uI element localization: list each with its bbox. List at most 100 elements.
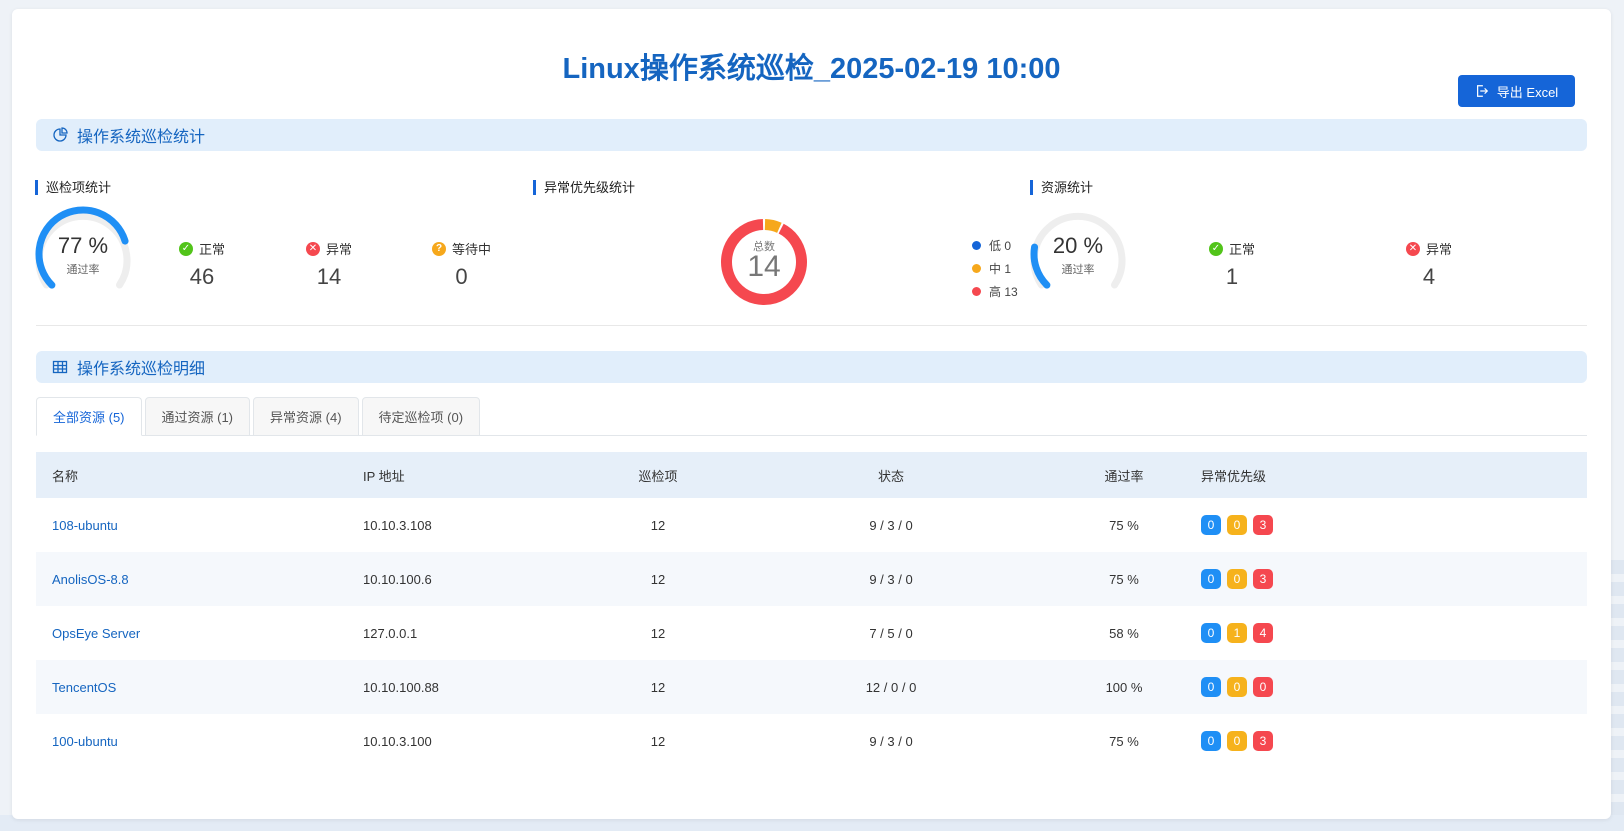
mid-priority-badge: 0 [1227,515,1247,535]
column-header-priority[interactable]: 异常优先级 [1185,452,1587,498]
priority-badges: 0 0 3 [1201,731,1587,751]
inspection-pass-rate-label: 通过率 [66,264,100,276]
resource-tabs: 全部资源 (5) 通过资源 (1) 异常资源 (4) 待定巡检项 (0) [36,397,1587,436]
status-cell: 9 / 3 / 0 [869,733,913,749]
status-cell: 9 / 3 / 0 [719,552,1063,606]
legend-item-mid: 中 1 [972,257,1018,280]
check-circle-icon: ✓ [1209,241,1223,256]
mid-priority-badge: 1 [1227,623,1247,643]
pie-chart-icon [53,127,68,142]
normal-label: 正常 [1229,242,1256,257]
table-icon [52,360,68,374]
normal-count: 46 [189,264,215,289]
resource-name-link[interactable]: TencentOS [52,680,116,695]
resource-name-link[interactable]: AnolisOS-8.8 [52,572,129,587]
inspection-pass-rate-value: 77 % [57,233,109,258]
priority-badges: 0 0 3 [1201,569,1587,589]
status-cell: 9 / 3 / 0 [869,517,913,533]
report-panel: Linux操作系统巡检_2025-02-19 10:00 导出 Excel 操作… [12,9,1611,819]
items-cell: 12 [650,517,666,533]
status-cell: 7 / 5 / 0 [869,625,913,641]
rate-cell: 75 % [1063,552,1185,606]
items-cell: 12 [650,733,666,749]
legend-dot-mid [972,264,981,273]
priority-badges: 0 0 0 [1201,677,1587,697]
priority-donut-chart: 总数 14 [720,218,808,306]
resource-pass-rate-gauge: 20 % 通过率 [1026,205,1130,301]
stats-section-title: 操作系统巡检统计 [77,129,206,146]
legend-dot-high [972,287,981,296]
column-header-status[interactable]: 状态 [719,452,1063,498]
high-priority-badge: 3 [1253,515,1273,535]
resource-pass-rate-value: 20 % [1052,233,1104,258]
mid-priority-badge: 0 [1227,569,1247,589]
priority-legend: 低 0 中 1 高 13 [972,234,1018,303]
legend-item-low: 低 0 [972,234,1018,257]
question-circle-icon: ? [432,241,446,256]
inspection-pending-stat: ? 等待中 0 [432,239,491,290]
tab-passed-resources[interactable]: 通过资源 (1) [144,397,251,436]
export-excel-button[interactable]: 导出 Excel [1458,75,1575,107]
inspection-abnormal-stat: ✕ 异常 14 [306,239,352,290]
resource-name-link[interactable]: 108-ubuntu [52,518,118,533]
tab-all-resources[interactable]: 全部资源 (5) [36,397,142,436]
resource-name-link[interactable]: OpsEye Server [52,626,140,641]
priority-badges: 0 1 4 [1201,623,1587,643]
low-priority-badge: 0 [1201,623,1221,643]
inspection-normal-stat: ✓ 正常 46 [179,239,225,290]
column-header-items[interactable]: 巡检项 [597,452,719,498]
legend-mid-label: 中 1 [989,262,1012,276]
page-title: Linux操作系统巡检_2025-02-19 10:00 [562,53,1061,85]
detail-section-title: 操作系统巡检明细 [77,361,206,378]
items-cell: 12 [597,552,719,606]
mid-priority-badge: 0 [1227,677,1247,697]
normal-label: 正常 [199,242,226,257]
column-header-rate[interactable]: 通过率 [1063,452,1185,498]
ip-cell: 10.10.100.6 [347,552,597,606]
high-priority-badge: 4 [1253,623,1273,643]
legend-low-label: 低 0 [989,239,1012,253]
tab-pending-items[interactable]: 待定巡检项 (0) [361,397,481,436]
priority-badges: 0 0 3 [1201,515,1587,535]
section-divider [36,325,1587,326]
mid-priority-badge: 0 [1227,731,1247,751]
ip-cell: 127.0.0.1 [363,625,418,641]
low-priority-badge: 0 [1201,731,1221,751]
low-priority-badge: 0 [1201,569,1221,589]
resource-name-link[interactable]: 100-ubuntu [52,734,118,749]
table-row: OpsEye Server 127.0.0.1 12 7 / 5 / 0 58 … [36,606,1587,660]
table-row: 100-ubuntu 10.10.3.100 12 9 / 3 / 0 75 %… [36,714,1587,768]
priority-stats-title: 异常优先级统计 [533,180,635,195]
column-header-name[interactable]: 名称 [36,452,347,498]
inspection-stats-title: 巡检项统计 [35,180,111,195]
rate-cell: 58 % [1109,625,1139,641]
resource-pass-rate-label: 通过率 [1061,264,1095,276]
donut-total-value: 14 [747,250,781,283]
resource-abnormal-count: 4 [1422,264,1436,289]
table-row: AnolisOS-8.8 10.10.100.6 12 9 / 3 / 0 75… [36,552,1587,606]
legend-dot-low [972,241,981,250]
detail-section-header: 操作系统巡检明细 [36,351,1587,383]
tab-abnormal-resources[interactable]: 异常资源 (4) [253,397,359,436]
check-circle-icon: ✓ [179,241,193,256]
table-row: 108-ubuntu 10.10.3.108 12 9 / 3 / 0 75 %… [36,498,1587,552]
low-priority-badge: 0 [1201,677,1221,697]
resource-abnormal-stat: ✕ 异常 4 [1406,239,1452,290]
resource-stats-title: 资源统计 [1030,180,1093,195]
export-button-label: 导出 Excel [1496,84,1559,100]
rate-cell: 75 % [1109,733,1139,749]
abnormal-label: 异常 [326,242,353,257]
close-circle-icon: ✕ [306,241,320,256]
pending-count: 0 [455,264,468,289]
low-priority-badge: 0 [1201,515,1221,535]
table-header-row: 名称 IP 地址 巡检项 状态 通过率 异常优先级 [36,452,1587,498]
high-priority-badge: 3 [1253,569,1273,589]
abnormal-count: 14 [316,264,342,289]
status-cell: 12 / 0 / 0 [719,660,1063,714]
legend-item-high: 高 13 [972,280,1018,303]
column-header-ip[interactable]: IP 地址 [347,452,597,498]
inspection-pass-rate-gauge: 77 % 通过率 [31,205,135,301]
items-cell: 12 [650,625,666,641]
ip-cell: 10.10.3.100 [363,733,432,749]
rate-cell: 75 % [1109,517,1139,533]
